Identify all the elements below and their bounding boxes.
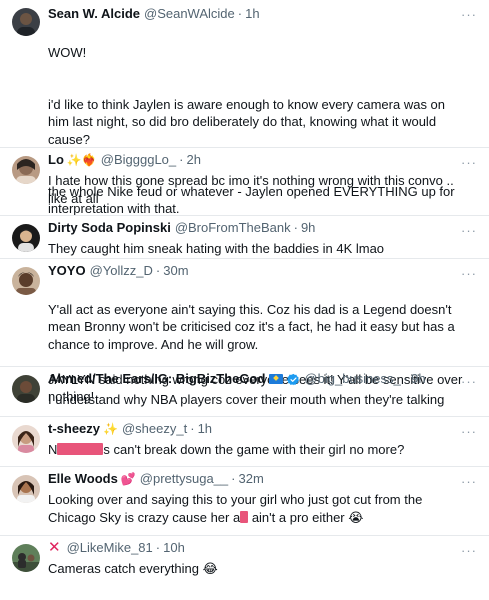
tweet[interactable]: ✕ @LikeMike_81 · 10h Cameras catch every… [0,536,489,600]
username[interactable]: @sheezy_t [122,420,187,438]
display-name[interactable]: Dirty Soda Popinski [48,219,171,237]
tweet-text: Cameras catch everything 😂 [48,561,218,576]
username[interactable]: @big_business_ [304,370,400,388]
tweet-header: t-sheezy ✨ @sheezy_t · 1h [48,420,463,438]
text-fragment: ain't a pro either 😭 [248,509,364,525]
tweet-text: I understand why NBA players cover their… [48,392,445,407]
display-name[interactable]: Ahmed/The Ears/IG: BigBizTheGod [48,370,265,388]
separator: · [179,152,184,167]
tweet-text: Looking over and saying this to your gir… [48,491,463,526]
tweet-feed: Sean W. Alcide @SeanWAlcide · 1h WOW! i'… [0,0,489,600]
tweet-text: They caught him sneak hating with the ba… [48,241,385,256]
timestamp[interactable]: 2h [187,151,201,169]
more-options-icon[interactable]: ··· [461,375,477,388]
tweet[interactable]: Sean W. Alcide @SeanWAlcide · 1h WOW! i'… [0,0,489,216]
more-options-icon[interactable]: ··· [461,8,477,21]
tweet[interactable]: Dirty Soda Popinski @BroFromTheBank · 9h… [0,216,489,259]
username[interactable]: @prettysuga__ [140,470,228,488]
name-emoji: ✨ [103,422,118,436]
tweet[interactable]: t-sheezy ✨ @sheezy_t · 1h Ns can't break… [0,417,489,467]
name-emoji: ✨❤️‍🔥 [66,153,97,167]
timestamp[interactable]: 1h [198,420,212,438]
display-name[interactable]: Lo [48,151,64,169]
avatar[interactable] [12,156,40,184]
username[interactable]: @BiggggLo_ [101,151,176,169]
tweet-header: Lo ✨❤️‍🔥 @BiggggLo_ · 2h [48,151,463,169]
separator: · [231,471,236,486]
tweet[interactable]: Elle Woods 💕 @prettysuga__ · 32m Looking… [0,467,489,536]
text-fragment: N [48,442,58,457]
timestamp[interactable]: 30m [163,262,188,280]
display-name[interactable]: Elle Woods [48,470,118,488]
more-options-icon[interactable]: ··· [461,425,477,438]
x-icon: ✕ [48,539,61,556]
username[interactable]: @SeanWAlcide [144,5,235,23]
tweet-header: ✕ @LikeMike_81 · 10h [48,539,463,557]
tweet-header: YOYO @Yollzz_D · 30m [48,262,463,280]
tweet-header: Sean W. Alcide @SeanWAlcide · 1h [48,5,463,23]
tweet-header: Dirty Soda Popinski @BroFromTheBank · 9h [48,219,463,237]
separator: · [293,220,298,235]
separator: · [237,6,243,21]
more-options-icon[interactable]: ··· [461,156,477,169]
display-name[interactable]: Sean W. Alcide [48,5,140,23]
display-name[interactable]: YOYO [48,262,86,280]
name-emoji: 💕 [120,472,136,486]
separator: · [155,540,161,555]
separator: · [403,371,409,386]
timestamp[interactable]: 9h [411,370,425,388]
username[interactable]: @LikeMike_81 [67,539,153,557]
avatar[interactable] [12,267,40,295]
tweet[interactable]: YOYO @Yollzz_D · 30m Y'all act as everyo… [0,259,489,404]
separator: · [190,421,195,436]
avatar[interactable] [12,425,40,453]
username[interactable]: @Yollzz_D [90,262,153,280]
tweet[interactable]: Lo ✨❤️‍🔥 @BiggggLo_ · 2h I hate how this… [0,148,489,216]
avatar[interactable] [12,375,40,403]
text-fragment: Looking over and saying this to your gir… [48,492,423,525]
tweet-paragraph: Y'all act as everyone ain't saying this.… [48,301,455,352]
flag-icon [269,374,284,384]
tweet-header: Elle Woods 💕 @prettysuga__ · 32m [48,470,463,488]
avatar[interactable] [12,544,40,572]
avatar[interactable] [12,8,40,36]
more-options-icon[interactable]: ··· [461,544,477,557]
verified-badge-icon [287,373,300,385]
tweet-paragraph: WOW! [48,44,87,60]
redaction-mark [57,443,104,455]
tweet-text: I hate how this gone spread bc imo it's … [48,173,454,206]
username[interactable]: @BroFromTheBank [175,219,291,237]
tweet-header: Ahmed/The Ears/IG: BigBizTheGod @big_bus… [48,370,463,388]
display-name[interactable]: t-sheezy [48,420,100,438]
redaction-mark [240,510,249,523]
separator: · [155,263,161,278]
tweet-text: Ns can't break down the game with their … [48,441,463,459]
more-options-icon[interactable]: ··· [461,475,477,488]
more-options-icon[interactable]: ··· [461,267,477,280]
avatar[interactable] [12,224,40,252]
tweet-paragraph: i'd like to think Jaylen is aware enough… [48,96,446,147]
timestamp[interactable]: 1h [245,5,259,23]
more-options-icon[interactable]: ··· [461,224,477,237]
timestamp[interactable]: 9h [301,219,315,237]
avatar[interactable] [12,475,40,503]
timestamp[interactable]: 10h [163,539,185,557]
text-fragment: s can't break down the game with their g… [103,442,405,457]
tweet[interactable]: Ahmed/The Ears/IG: BigBizTheGod @big_bus… [0,367,489,417]
timestamp[interactable]: 32m [238,470,263,488]
